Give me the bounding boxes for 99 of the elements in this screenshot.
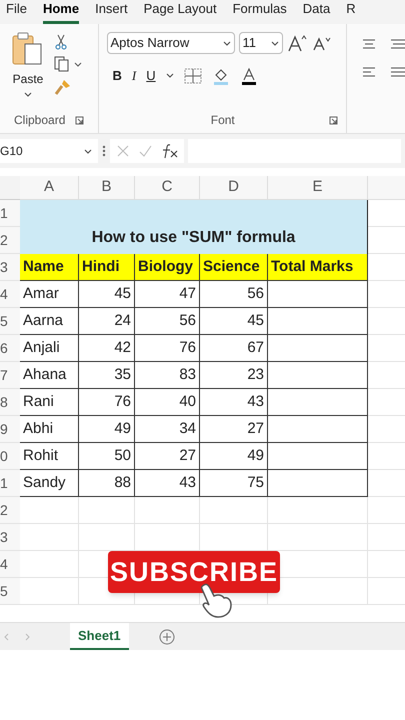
row-number[interactable]: 0 [0, 443, 20, 470]
row-number[interactable]: 1 [0, 470, 20, 497]
underline-button[interactable]: U [146, 66, 156, 86]
ribbon-tab[interactable]: File [6, 0, 27, 24]
table-cell: Ahana [20, 362, 79, 389]
chevron-down-icon [270, 40, 279, 46]
table-cell: 88 [79, 470, 135, 497]
table-cell: 76 [79, 389, 135, 416]
font-size-dropdown[interactable]: 11 [238, 32, 283, 54]
column-header[interactable]: A [20, 176, 79, 200]
empty-cell [135, 497, 200, 524]
title-cell: How to use "SUM" formula [20, 200, 368, 254]
ribbon-tab[interactable]: R [346, 0, 356, 24]
table-cell: 49 [200, 443, 268, 470]
header-cell: Name [20, 254, 79, 281]
table-cell: 43 [135, 470, 200, 497]
row-number[interactable]: 3 [0, 254, 20, 281]
header-cell: Science [200, 254, 268, 281]
fill-color-icon[interactable] [212, 66, 230, 85]
font-color-icon[interactable] [240, 66, 258, 85]
row-number[interactable]: 8 [0, 389, 20, 416]
table-cell: 40 [135, 389, 200, 416]
table-cell: 56 [200, 281, 268, 308]
sheet-tab[interactable]: Sheet1 [70, 623, 129, 650]
row-number[interactable]: 2 [0, 227, 20, 254]
subscribe-sticker: SUBSCRIBE [108, 551, 280, 593]
chevron-down-icon [84, 148, 92, 154]
scissors-icon[interactable] [54, 34, 68, 50]
table-cell: 83 [135, 362, 200, 389]
table-cell: 43 [200, 389, 268, 416]
header-cell: Total Marks [268, 254, 368, 281]
table-cell: Rani [20, 389, 79, 416]
ribbon-tab[interactable]: Data [302, 0, 330, 24]
column-header[interactable]: B [79, 176, 135, 200]
table-cell: 76 [135, 335, 200, 362]
row-number[interactable]: 5 [0, 578, 20, 605]
header-cell: Hindi [79, 254, 135, 281]
paste-button[interactable]: Paste [8, 32, 48, 111]
table-cell: 27 [135, 443, 200, 470]
align-icon[interactable] [361, 66, 405, 78]
borders-icon[interactable] [184, 68, 202, 84]
row-number[interactable]: 3 [0, 524, 20, 551]
table-cell: 49 [79, 416, 135, 443]
row-number[interactable]: 1 [0, 200, 20, 227]
bold-button[interactable]: B [112, 66, 122, 86]
table-cell: 23 [200, 362, 268, 389]
row-number[interactable]: 2 [0, 497, 20, 524]
column-header[interactable]: D [200, 176, 268, 200]
more-icon[interactable] [102, 145, 106, 157]
function-icon[interactable] [160, 143, 178, 159]
dialog-launcher-icon[interactable] [74, 116, 84, 124]
row-number[interactable]: 5 [0, 308, 20, 335]
row-number[interactable]: 4 [0, 551, 20, 578]
paintbrush-icon[interactable] [54, 78, 72, 96]
table-cell: Rohit [20, 443, 79, 470]
table-cell: 50 [79, 443, 135, 470]
chevron-down-icon[interactable] [166, 73, 174, 78]
empty-cell [200, 497, 268, 524]
copy-icon[interactable] [54, 56, 82, 72]
table-cell: 35 [79, 362, 135, 389]
name-box[interactable]: G10 [0, 139, 98, 163]
table-cell: 24 [79, 308, 135, 335]
add-sheet-icon[interactable] [158, 628, 175, 644]
table-cell: Sandy [20, 470, 79, 497]
group-label: Clipboard [14, 112, 66, 129]
ribbon-tab[interactable]: Insert [95, 0, 128, 24]
table-cell: Abhi [20, 416, 79, 443]
empty-cell [79, 497, 135, 524]
column-header[interactable]: E [268, 176, 368, 200]
column-header[interactable]: C [135, 176, 200, 200]
decrease-font-icon[interactable] [310, 35, 331, 51]
row-number[interactable]: 6 [0, 335, 20, 362]
table-cell: 45 [79, 281, 135, 308]
dialog-launcher-icon[interactable] [329, 116, 338, 124]
ribbon-tab[interactable]: Formulas [232, 0, 287, 24]
row-number[interactable]: 7 [0, 362, 20, 389]
table-cell: 34 [135, 416, 200, 443]
table-cell: Amar [20, 281, 79, 308]
increase-font-icon[interactable] [286, 34, 307, 52]
font-name-dropdown[interactable]: Aptos Narrow [106, 32, 235, 54]
check-icon[interactable] [138, 144, 152, 158]
table-cell: Aarna [20, 308, 79, 335]
table-cell: 56 [135, 308, 200, 335]
row-number[interactable]: 9 [0, 416, 20, 443]
italic-button[interactable]: I [132, 66, 136, 86]
table-cell: Anjali [20, 335, 79, 362]
table-cell: 75 [200, 470, 268, 497]
ribbon-tab[interactable]: Page Layout [144, 0, 217, 24]
align-icon[interactable] [361, 38, 405, 50]
table-cell: 47 [135, 281, 200, 308]
group-label: Font [210, 112, 235, 129]
header-cell: Biology [135, 254, 200, 281]
table-cell: 67 [200, 335, 268, 362]
chevron-down-icon [222, 40, 231, 46]
table-cell: 45 [200, 308, 268, 335]
chevron-down-icon [24, 92, 32, 97]
row-number[interactable]: 4 [0, 281, 20, 308]
table-cell: 42 [79, 335, 135, 362]
table-cell: 27 [200, 416, 268, 443]
